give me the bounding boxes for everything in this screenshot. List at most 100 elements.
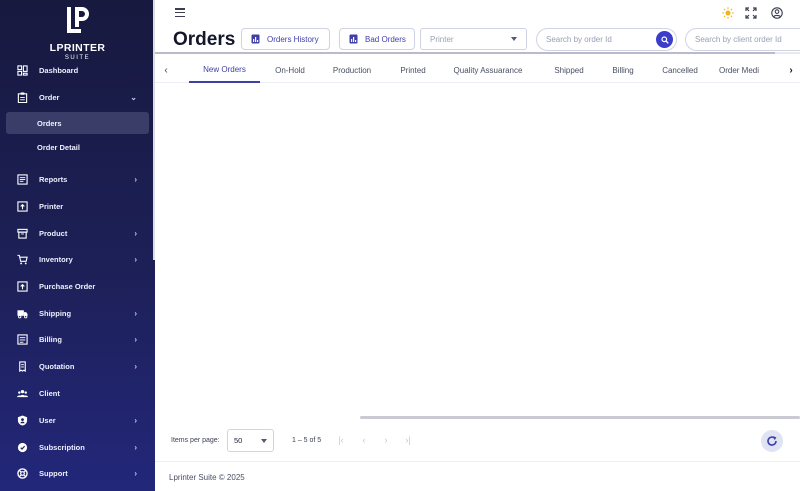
- report-doc-icon: [251, 34, 260, 44]
- search-client-order-input[interactable]: [695, 35, 800, 44]
- sidebar-item-label: Shipping: [39, 308, 72, 318]
- chevron-right-icon: ›: [134, 254, 137, 264]
- dashboard-icon: [16, 64, 28, 76]
- order-icon: [16, 91, 28, 103]
- tab-new-orders[interactable]: New Orders: [189, 58, 260, 83]
- chevron-right-icon: ›: [134, 468, 137, 478]
- printer-select-placeholder: Printer: [430, 34, 454, 44]
- tab-shipped[interactable]: Shipped: [543, 58, 595, 83]
- report-doc-icon: [349, 34, 358, 44]
- sidebar-item-support[interactable]: Support ›: [6, 462, 149, 484]
- sidebar-subitem-order-detail[interactable]: Order Detail: [6, 136, 149, 158]
- chevron-right-icon: ›: [134, 361, 137, 371]
- sidebar-item-client[interactable]: Client: [6, 382, 149, 404]
- sidebar-item-purchase-order[interactable]: Purchase Order: [6, 275, 149, 297]
- orders-history-button[interactable]: Orders History: [241, 28, 330, 50]
- printer-select[interactable]: Printer: [420, 28, 527, 50]
- last-page-icon[interactable]: ›|: [402, 434, 414, 446]
- header-scrollbar[interactable]: [155, 52, 800, 54]
- chevron-right-icon: ›: [134, 174, 137, 184]
- sidebar-item-label: Client: [39, 388, 60, 398]
- page-header: Orders Orders History Bad Orders Printer: [155, 26, 800, 54]
- printer-icon: [16, 200, 28, 212]
- sidebar-item-billing[interactable]: Billing ›: [6, 328, 149, 350]
- tab-production[interactable]: Production: [323, 58, 381, 83]
- lp-logo-icon: [62, 5, 94, 37]
- sidebar-item-label: Purchase Order: [39, 281, 96, 291]
- top-bar: [155, 0, 800, 26]
- next-page-icon[interactable]: ›: [380, 434, 392, 446]
- billing-icon: [16, 333, 28, 345]
- sidebar-item-printer[interactable]: Printer: [6, 195, 149, 217]
- sidebar-item-label: Inventory: [39, 254, 73, 264]
- sidebar-item-user[interactable]: User ›: [6, 409, 149, 431]
- tab-cancelled[interactable]: Cancelled: [650, 58, 710, 83]
- tabs-scroll-left-icon[interactable]: ‹: [159, 63, 173, 77]
- page-range-label: 1 – 5 of 5: [292, 437, 322, 444]
- previous-page-icon[interactable]: ‹: [358, 434, 370, 446]
- sidebar-item-dashboard[interactable]: Dashboard: [6, 59, 149, 81]
- tab-on-hold[interactable]: On-Hold: [265, 58, 315, 83]
- orders-table-area: [155, 84, 800, 416]
- product-icon: [16, 227, 28, 239]
- purchase-order-icon: [16, 280, 28, 292]
- account-icon[interactable]: [770, 6, 783, 19]
- chevron-right-icon: ›: [134, 415, 137, 425]
- sidebar-item-order[interactable]: Order ⌄: [6, 86, 149, 108]
- items-per-page-label: Items per page:: [171, 437, 220, 444]
- sidebar-item-label: Support: [39, 468, 68, 478]
- table-horizontal-scrollbar[interactable]: [360, 416, 800, 419]
- chevron-right-icon: ›: [134, 228, 137, 238]
- user-shield-icon: [16, 414, 28, 426]
- sidebar-item-label: Dashboard: [39, 65, 79, 75]
- refresh-icon: [767, 436, 777, 446]
- page-title: Orders: [173, 29, 236, 50]
- sidebar-subitem-orders[interactable]: Orders: [6, 112, 149, 134]
- sidebar-item-inventory[interactable]: Inventory ›: [6, 248, 149, 270]
- search-client-order-box: [685, 28, 800, 51]
- sidebar-item-label: Reports: [39, 174, 68, 184]
- sidebar-item-subscription[interactable]: Subscription ›: [6, 436, 149, 458]
- dropdown-arrow-icon: [511, 37, 517, 41]
- tabs-scroll-right-icon[interactable]: ›: [784, 63, 798, 77]
- chevron-down-icon: ⌄: [130, 92, 137, 102]
- brand-name: LPRINTER: [49, 42, 106, 54]
- sidebar-item-label: Order: [39, 92, 60, 102]
- bad-orders-button[interactable]: Bad Orders: [339, 28, 415, 50]
- order-status-tabs: ‹ New Orders On-Hold Production Printed …: [155, 58, 800, 83]
- search-icon: [660, 35, 669, 44]
- theme-toggle-sun-icon[interactable]: [721, 6, 734, 19]
- sidebar-item-label: Printer: [39, 201, 64, 211]
- sidebar-item-product[interactable]: Product ›: [6, 222, 149, 244]
- menu-icon[interactable]: [175, 8, 185, 18]
- tab-printed[interactable]: Printed: [389, 58, 437, 83]
- tab-order-media[interactable]: Order Medi: [719, 58, 771, 83]
- sidebar-item-shipping[interactable]: Shipping ›: [6, 302, 149, 324]
- sidebar-item-label: Quotation: [39, 361, 75, 371]
- page-size-select[interactable]: 50: [227, 429, 274, 452]
- support-icon: [16, 467, 28, 479]
- fullscreen-icon[interactable]: [744, 6, 757, 19]
- page-size-value: 50: [234, 436, 243, 445]
- chevron-right-icon: ›: [134, 334, 137, 344]
- sidebar: LPRINTER SUITE Dashboard Order ⌄ Orders …: [0, 0, 155, 491]
- cart-icon: [16, 253, 28, 265]
- chevron-right-icon: ›: [134, 308, 137, 318]
- paginator: Items per page: 50 1 – 5 of 5 |‹ ‹ › ›|: [155, 428, 800, 454]
- refresh-button[interactable]: [761, 430, 783, 452]
- brand-logo[interactable]: LPRINTER SUITE: [0, 5, 155, 62]
- tab-quality-assurance[interactable]: Quality Assuarance: [443, 58, 533, 83]
- sidebar-item-label: Subscription: [39, 442, 85, 452]
- sidebar-item-quotation[interactable]: Quotation ›: [6, 355, 149, 377]
- sidebar-item-reports[interactable]: Reports ›: [6, 168, 149, 190]
- orders-history-label: Orders History: [267, 34, 319, 44]
- sidebar-item-label: Product: [39, 228, 68, 238]
- tab-billing[interactable]: Billing: [603, 58, 643, 83]
- sidebar-item-label: Billing: [39, 334, 62, 344]
- quotation-icon: [16, 360, 28, 372]
- client-icon: [16, 387, 28, 399]
- search-button[interactable]: [656, 31, 673, 48]
- subscription-icon: [16, 441, 28, 453]
- truck-icon: [16, 307, 28, 319]
- first-page-icon[interactable]: |‹: [335, 434, 347, 446]
